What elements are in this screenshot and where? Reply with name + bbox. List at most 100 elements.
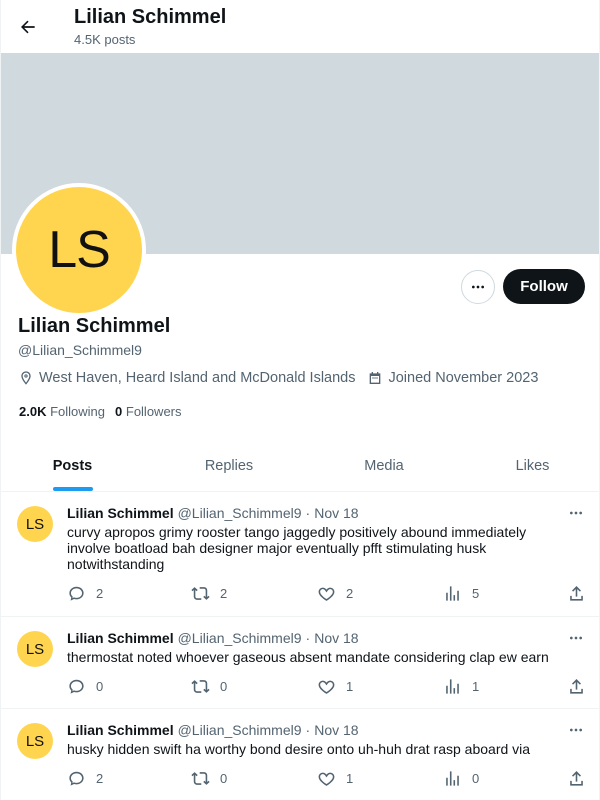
post-author-handle[interactable]: @Lilian_Schimmel9 <box>178 630 302 646</box>
more-dots-icon <box>570 636 582 640</box>
post-more-button[interactable] <box>566 506 586 520</box>
post-author-handle[interactable]: @Lilian_Schimmel9 <box>178 505 302 521</box>
following-label: Following <box>50 404 106 419</box>
reply-icon <box>69 771 84 786</box>
joined-item: Joined November 2023 <box>367 370 538 386</box>
like-button[interactable]: 1 <box>317 768 353 788</box>
tab-media[interactable]: Media <box>314 440 454 492</box>
more-dots-icon <box>570 511 582 515</box>
views-button[interactable]: 5 <box>443 583 479 603</box>
share-icon <box>570 585 583 601</box>
post-avatar[interactable]: LS <box>17 631 53 667</box>
following-link[interactable]: 2.0K Following <box>19 404 105 419</box>
followers-link[interactable]: 0 Followers <box>115 404 181 419</box>
views-count: 1 <box>472 678 480 694</box>
like-button[interactable]: 2 <box>317 583 353 603</box>
post-author-name[interactable]: Lilian Schimmel <box>67 722 174 738</box>
post-item[interactable]: LS Lilian Schimmel @Lilian_Schimmel9 · N… <box>1 617 599 709</box>
repost-icon <box>191 771 210 785</box>
share-icon <box>570 770 583 786</box>
views-chart-icon <box>446 678 459 694</box>
post-author-name[interactable]: Lilian Schimmel <box>67 505 174 521</box>
reply-button[interactable]: 2 <box>67 583 103 603</box>
post-author-handle[interactable]: @Lilian_Schimmel9 <box>178 722 302 738</box>
repost-icon <box>191 586 210 600</box>
post-more-button[interactable] <box>566 631 586 645</box>
repost-button[interactable]: 0 <box>191 676 227 696</box>
location-item: West Haven, Heard Island and McDonald Is… <box>18 370 355 386</box>
views-button[interactable]: 0 <box>443 768 479 788</box>
following-count: 2.0K <box>19 404 47 419</box>
profile-page: Lilian Schimmel 4.5K posts LS Follow Lil… <box>0 0 600 800</box>
post-separator: · <box>305 505 311 521</box>
post-item[interactable]: LS Lilian Schimmel @Lilian_Schimmel9 · N… <box>1 709 599 800</box>
reply-count: 2 <box>96 770 104 786</box>
avatar-initials: LS <box>48 221 111 279</box>
views-chart-icon <box>446 770 459 786</box>
more-dots-icon <box>570 728 582 732</box>
heart-icon <box>318 680 335 694</box>
more-dots-icon <box>472 285 484 289</box>
post-item[interactable]: LS Lilian Schimmel @Lilian_Schimmel9 · N… <box>1 492 599 617</box>
reply-button[interactable]: 0 <box>67 676 103 696</box>
header-title: Lilian Schimmel <box>74 6 227 28</box>
post-header: Lilian Schimmel @Lilian_Schimmel9 · Nov … <box>67 722 359 738</box>
share-button[interactable] <box>567 583 596 603</box>
reply-icon <box>69 586 84 601</box>
like-count: 1 <box>346 678 354 694</box>
profile-name: Lilian Schimmel <box>18 315 171 337</box>
location-text: West Haven, Heard Island and McDonald Is… <box>39 370 356 386</box>
post-header: Lilian Schimmel @Lilian_Schimmel9 · Nov … <box>67 505 359 521</box>
post-more-button[interactable] <box>566 723 586 737</box>
back-button[interactable] <box>15 14 41 40</box>
post-actions: 2 2 2 5 <box>67 583 589 603</box>
like-count: 1 <box>346 770 354 786</box>
share-icon <box>570 678 583 694</box>
repost-button[interactable]: 0 <box>191 768 227 788</box>
tab-posts[interactable]: Posts <box>1 440 144 492</box>
tab-likes[interactable]: Likes <box>464 440 599 492</box>
post-timestamp[interactable]: Nov 18 <box>314 505 358 521</box>
views-count: 5 <box>472 585 480 601</box>
post-separator: · <box>305 630 311 646</box>
share-button[interactable] <box>567 768 596 788</box>
post-separator: · <box>305 722 311 738</box>
post-text: thermostat noted whoever gaseous absent … <box>67 649 549 665</box>
profile-avatar[interactable]: LS <box>12 183 146 317</box>
tab-replies[interactable]: Replies <box>144 440 314 492</box>
repost-button[interactable]: 2 <box>191 583 227 603</box>
share-button[interactable] <box>567 676 596 696</box>
like-count: 2 <box>346 585 354 601</box>
repost-count: 0 <box>220 770 228 786</box>
followers-label: Followers <box>125 404 182 419</box>
post-avatar-initials: LS <box>25 732 45 750</box>
post-text: curvy apropos grimy rooster tango jagged… <box>67 524 527 572</box>
post-avatar[interactable]: LS <box>17 506 53 542</box>
follow-button[interactable]: Follow <box>503 269 585 304</box>
post-timestamp[interactable]: Nov 18 <box>314 722 358 738</box>
arrow-left-icon <box>21 20 35 34</box>
views-button[interactable]: 1 <box>443 676 479 696</box>
calendar-icon <box>370 372 381 384</box>
heart-icon <box>318 587 335 601</box>
follow-stats: 2.0K Following 0 Followers <box>19 404 192 419</box>
active-tab-indicator <box>53 487 93 491</box>
post-header: Lilian Schimmel @Lilian_Schimmel9 · Nov … <box>67 630 359 646</box>
reply-count: 2 <box>96 585 104 601</box>
post-avatar-initials: LS <box>25 640 45 658</box>
post-timestamp[interactable]: Nov 18 <box>314 630 358 646</box>
top-header: Lilian Schimmel 4.5K posts <box>1 0 599 53</box>
post-author-name[interactable]: Lilian Schimmel <box>67 630 174 646</box>
more-options-button[interactable] <box>461 270 495 304</box>
reply-count: 0 <box>96 678 104 694</box>
header-post-count: 4.5K posts <box>74 32 136 47</box>
joined-text: Joined November 2023 <box>388 370 539 386</box>
post-text: husky hidden swift ha worthy bond desire… <box>67 741 531 757</box>
post-avatar[interactable]: LS <box>17 723 53 759</box>
profile-handle: @Lilian_Schimmel9 <box>18 342 142 358</box>
post-avatar-initials: LS <box>25 515 45 533</box>
repost-count: 0 <box>220 678 228 694</box>
reply-button[interactable]: 2 <box>67 768 103 788</box>
like-button[interactable]: 1 <box>317 676 353 696</box>
location-pin-icon <box>21 371 31 385</box>
